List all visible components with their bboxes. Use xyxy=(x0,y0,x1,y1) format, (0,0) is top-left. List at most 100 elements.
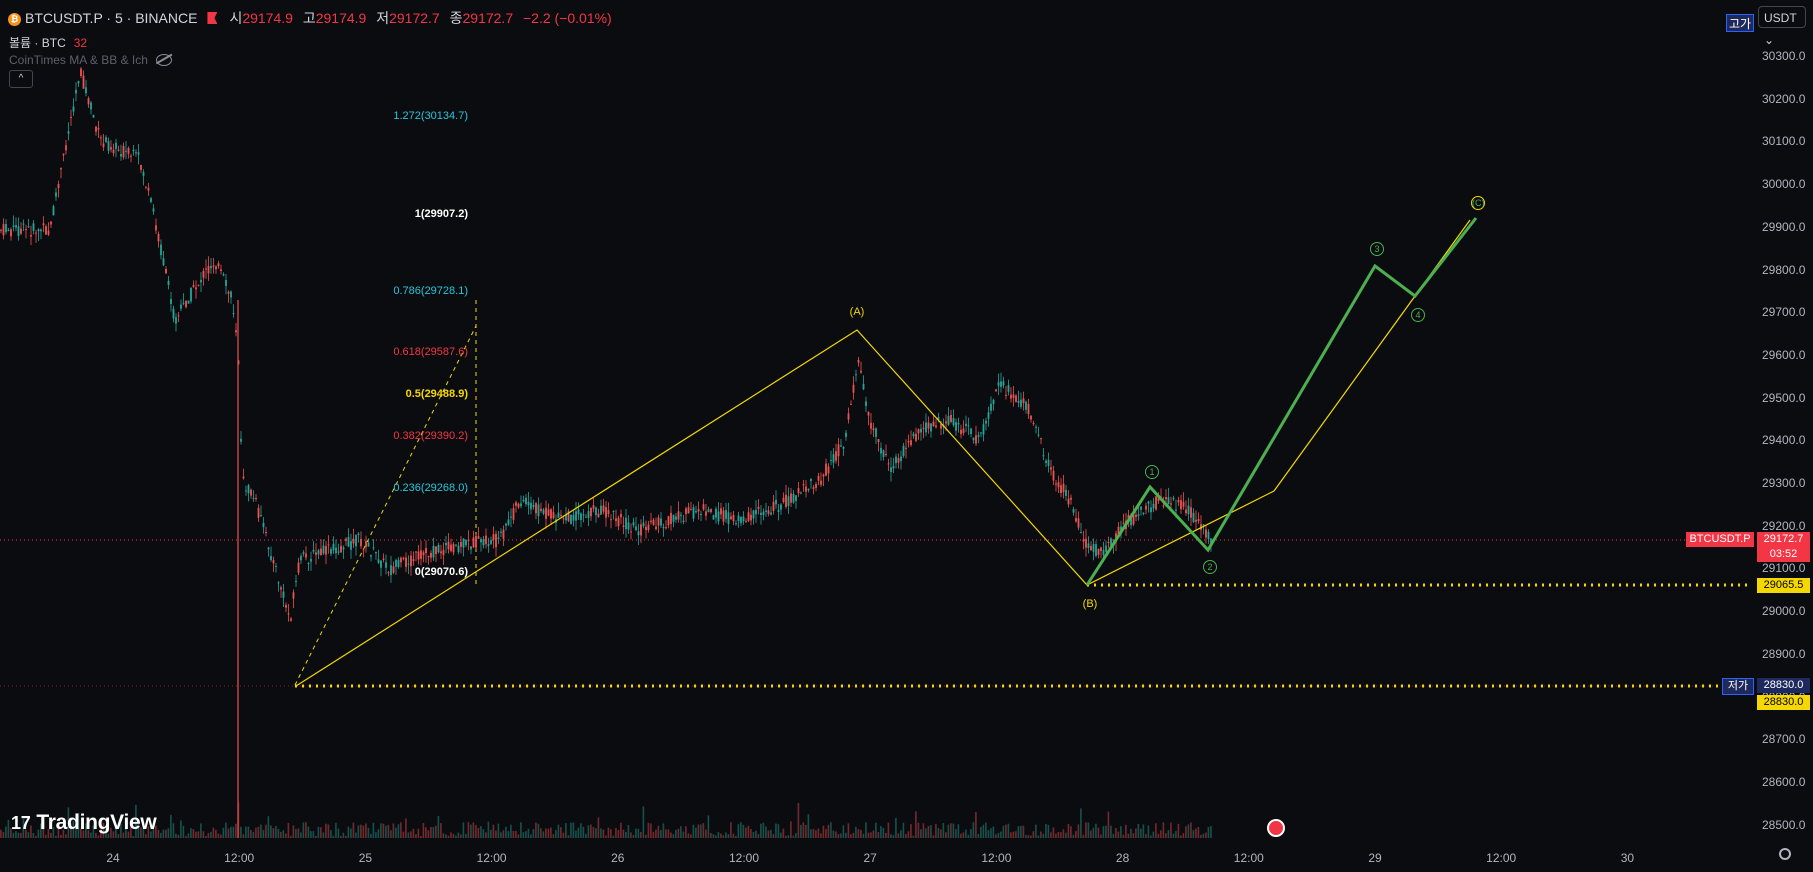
volume-bar xyxy=(267,816,270,838)
volume-bar xyxy=(445,834,447,838)
volume-bar xyxy=(1185,826,1187,838)
candle-body xyxy=(682,520,685,522)
candle-body xyxy=(790,493,792,503)
candle-body xyxy=(925,422,927,433)
volume-bar xyxy=(272,828,275,838)
candle-body xyxy=(675,516,677,520)
volume-bar xyxy=(647,822,650,838)
volume-bar xyxy=(1192,830,1195,838)
candle-body xyxy=(572,514,575,521)
price-axis-label: 28900.0 xyxy=(1762,646,1806,661)
currency-select[interactable]: USDT ⌄ xyxy=(1758,6,1806,47)
volume-bar xyxy=(1065,832,1067,838)
volume-bar xyxy=(662,823,665,838)
candle-body xyxy=(162,258,165,266)
volume-bar xyxy=(637,828,640,838)
candle-body xyxy=(195,287,197,290)
collapse-legend-button[interactable]: ^ xyxy=(9,70,33,88)
indicator-legend[interactable]: CoinTimes MA & BB & Ich xyxy=(9,53,172,67)
candle-body xyxy=(2,224,5,236)
candle-body xyxy=(897,458,900,463)
candle-body xyxy=(970,428,972,435)
candle-body xyxy=(292,592,295,599)
volume-bar xyxy=(912,835,915,838)
candle-body xyxy=(872,428,875,431)
symbol-label[interactable]: BTCUSDT.P · 5 · BINANCE xyxy=(25,10,197,26)
volume-bar xyxy=(715,835,717,838)
wave-number-3: 3 xyxy=(1370,242,1384,256)
volume-bar xyxy=(195,831,197,838)
volume-bar xyxy=(765,826,767,838)
candle-body xyxy=(7,229,10,231)
volume-bar xyxy=(1015,831,1017,838)
candle-body xyxy=(795,495,797,501)
volume-bar xyxy=(1087,822,1090,838)
volume-bar xyxy=(907,831,910,838)
candle-body xyxy=(827,466,830,474)
candle-body xyxy=(115,142,117,149)
volume-bar xyxy=(500,832,502,838)
candle-body xyxy=(962,428,965,433)
volume-bar xyxy=(35,835,37,838)
time-axis-label: 12:00 xyxy=(1233,851,1264,865)
volume-bar xyxy=(587,825,590,838)
volume-bar xyxy=(252,831,255,838)
volume-bar xyxy=(880,826,882,838)
volume-bar xyxy=(600,828,602,838)
candle-body xyxy=(345,538,347,541)
candle-body xyxy=(1135,514,1137,518)
volume-bar xyxy=(505,826,507,838)
candle-body xyxy=(592,505,595,509)
volume-bar xyxy=(295,829,297,838)
candle-body xyxy=(625,517,627,530)
candle-body xyxy=(462,538,465,548)
price-axis-label: 29700.0 xyxy=(1762,305,1806,320)
time-axis-label: 12:00 xyxy=(476,851,507,865)
wave-number-4: 4 xyxy=(1411,308,1425,322)
volume-bar xyxy=(467,822,470,838)
candle-body xyxy=(125,150,127,152)
volume-bar xyxy=(297,828,300,838)
high-label: 고 xyxy=(302,10,316,26)
volume-legend[interactable]: 볼륨 · BTC 32 xyxy=(9,34,87,51)
volume-bar xyxy=(527,828,530,838)
volume-bar xyxy=(1030,835,1032,838)
volume-bar xyxy=(1187,824,1190,838)
volume-bar xyxy=(635,828,637,838)
volume-bar xyxy=(1070,826,1072,838)
candle-body xyxy=(1052,470,1055,481)
candle-body xyxy=(20,228,22,234)
high-tag: 고가 xyxy=(1726,14,1754,32)
volume-bar xyxy=(170,814,172,838)
price-chart[interactable] xyxy=(0,0,1813,872)
candle-body xyxy=(307,562,310,564)
volume-bar xyxy=(542,831,545,838)
volume-bar xyxy=(1157,833,1160,838)
candle-body xyxy=(270,555,272,561)
candle-body xyxy=(440,551,442,554)
volume-bar xyxy=(827,824,830,838)
volume-bar xyxy=(202,831,205,838)
eye-off-icon[interactable] xyxy=(155,54,172,66)
volume-bar xyxy=(590,824,592,838)
candle-body xyxy=(580,513,582,520)
candle-body xyxy=(832,454,835,463)
candle-body xyxy=(992,399,995,405)
volume-bar xyxy=(575,830,577,838)
candle-body xyxy=(317,550,320,555)
volume-bar xyxy=(617,830,620,838)
price-axis-label: 29600.0 xyxy=(1762,347,1806,362)
candle-body xyxy=(415,551,417,553)
candle-body xyxy=(165,268,167,274)
us-flag-event-icon[interactable] xyxy=(1267,819,1285,837)
flag-icon[interactable] xyxy=(207,12,218,24)
candle-body xyxy=(915,433,917,441)
gear-icon[interactable] xyxy=(1779,848,1791,860)
candle-body xyxy=(342,547,345,550)
volume-bar xyxy=(132,835,135,838)
candle-body xyxy=(860,370,862,373)
chart-area[interactable]: ₿ BTCUSDT.P · 5 · BINANCE 시29174.9 고2917… xyxy=(0,0,1813,872)
candle-body xyxy=(137,152,140,155)
candle-body xyxy=(620,513,622,518)
candle-body xyxy=(347,537,350,547)
